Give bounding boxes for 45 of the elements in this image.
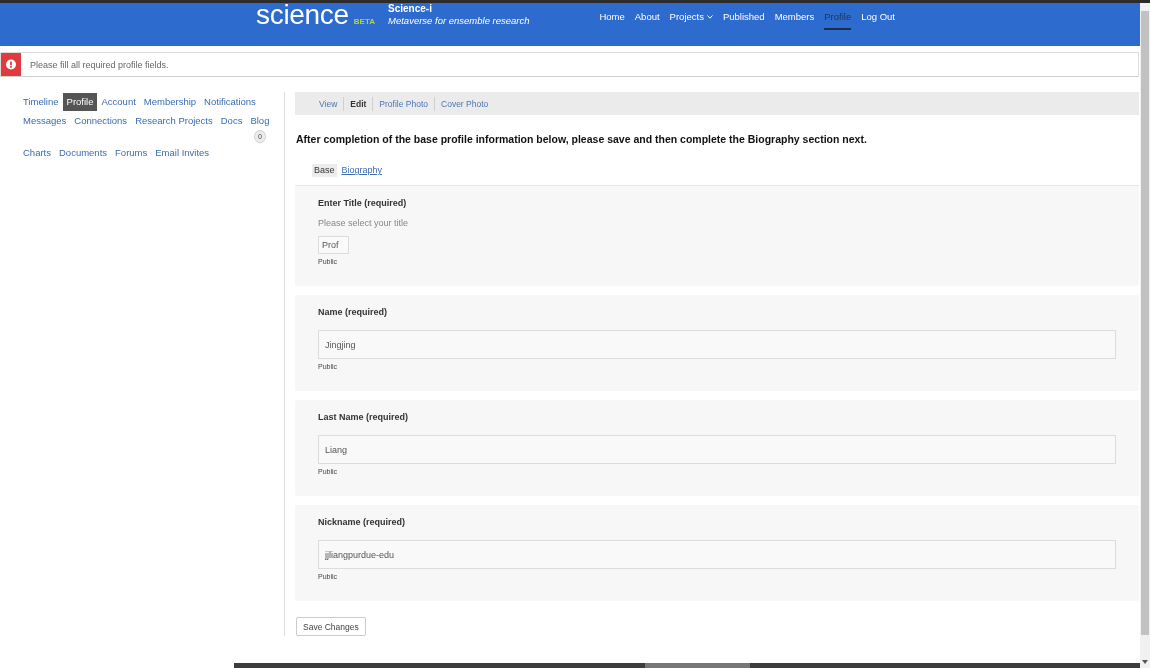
- field-label: Nickname (required): [318, 516, 406, 528]
- nav-link[interactable]: Log Out: [861, 11, 895, 30]
- sub-tab[interactable]: Cover Photo: [434, 96, 495, 111]
- logo-wordmark[interactable]: science: [256, 3, 349, 27]
- sub-tab[interactable]: Profile Photo: [372, 96, 434, 111]
- instruction-text: After completion of the base profile information below, please save and then complete the Biography section next.: [296, 133, 868, 146]
- sidebar-link[interactable]: Docs: [216, 112, 247, 130]
- site-tagline: Metaverse for ensemble research: [388, 15, 530, 27]
- scrollbar-thumb[interactable]: [1141, 11, 1149, 635]
- dropdown-field[interactable]: Prof: [318, 236, 349, 254]
- sidebar-link[interactable]: Membership: [139, 93, 201, 111]
- field-label: Name (required): [318, 306, 388, 318]
- nav-link[interactable]: Published: [722, 11, 765, 30]
- input-field[interactable]: jjliangpurdue-edu: [318, 540, 1116, 569]
- input-field[interactable]: Liang: [318, 435, 1116, 464]
- nav-link[interactable]: Members: [774, 11, 815, 30]
- section-tab[interactable]: Base: [312, 164, 337, 177]
- sidebar-link[interactable]: Charts: [19, 144, 55, 162]
- sidebar-link[interactable]: Research Projects: [131, 112, 217, 130]
- sub-tab[interactable]: View: [313, 96, 344, 111]
- section-tab[interactable]: Biography: [339, 164, 385, 177]
- sidebar-link[interactable]: Connections: [70, 112, 132, 130]
- sidebar-link[interactable]: Messages: [19, 112, 71, 130]
- sidebar-link[interactable]: Profile: [62, 93, 98, 111]
- sidebar-link[interactable]: Notifications: [200, 93, 260, 111]
- scroll-down-icon[interactable]: [1142, 660, 1148, 664]
- input-field[interactable]: Jingjing: [318, 330, 1116, 359]
- sub-tab[interactable]: Edit: [343, 96, 373, 111]
- nav-link[interactable]: Home: [599, 11, 625, 30]
- field-label: Enter Title (required): [318, 197, 407, 209]
- scrollbar[interactable]: [1140, 3, 1150, 668]
- field-label: Last Name (required): [318, 411, 409, 423]
- site-name: Science-i: [388, 3, 433, 15]
- nav-link[interactable]: About: [634, 11, 660, 30]
- sidebar-link[interactable]: Email Invites: [151, 144, 214, 162]
- alert-message: Please fill all required profile fields.: [30, 59, 169, 70]
- sidebar-link[interactable]: Account: [97, 93, 140, 111]
- sidebar-link[interactable]: Timeline: [19, 93, 63, 111]
- beta-label: BETA: [353, 17, 376, 27]
- sidebar-link[interactable]: Blog: [246, 112, 274, 130]
- nav-link[interactable]: Projects: [669, 11, 713, 30]
- sidebar-link[interactable]: Documents: [55, 144, 112, 162]
- sidebar-link[interactable]: Forums: [111, 144, 152, 162]
- save-button[interactable]: Save Changes: [296, 617, 366, 636]
- field-hint: Please select your title: [318, 217, 409, 229]
